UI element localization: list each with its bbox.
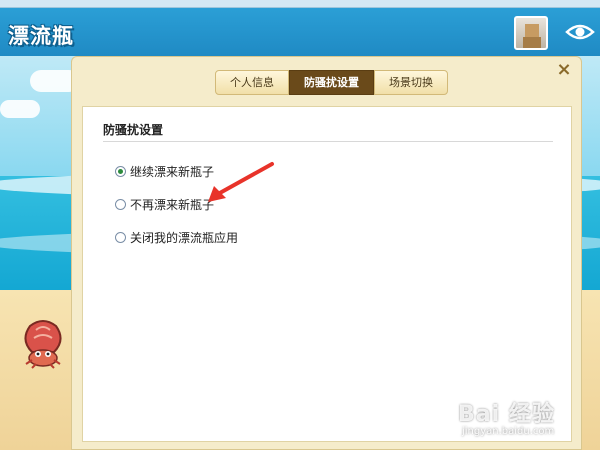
radio-button[interactable] — [115, 199, 126, 210]
browser-top-strip — [0, 0, 600, 8]
radio-button[interactable] — [115, 232, 126, 243]
eye-icon[interactable] — [565, 20, 595, 44]
avatar-face — [525, 24, 539, 37]
user-avatar[interactable] — [514, 16, 548, 50]
settings-panel: 防骚扰设置 继续漂来新瓶子 不再漂来新瓶子 关闭我的漂流瓶应用 — [82, 106, 572, 442]
app-header — [0, 8, 600, 56]
app-logo: 漂流瓶 — [8, 24, 74, 48]
option-label: 关闭我的漂流瓶应用 — [130, 231, 239, 245]
close-button[interactable]: × — [555, 61, 573, 79]
watermark-logo: Bai 经验 — [458, 402, 555, 427]
settings-dialog: × 个人信息 防骚扰设置 场景切换 防骚扰设置 继续漂来新瓶子 不再漂来新瓶子 … — [71, 56, 582, 450]
watermark-url: jingyan.baidu.com — [462, 426, 555, 437]
avatar-body — [523, 37, 541, 48]
baidu-watermark: Bai 经验 jingyan.baidu.com — [458, 396, 594, 446]
tab-anti-harassment[interactable]: 防骚扰设置 — [289, 70, 374, 95]
section-title: 防骚扰设置 — [103, 123, 164, 137]
tab-bar: 个人信息 防骚扰设置 场景切换 — [215, 70, 448, 95]
section-divider — [103, 141, 553, 142]
option-close-app[interactable]: 关闭我的漂流瓶应用 — [115, 229, 238, 246]
tab-personal-info[interactable]: 个人信息 — [215, 70, 289, 95]
tab-scene-switch[interactable]: 场景切换 — [374, 70, 448, 95]
hermit-crab-icon — [24, 320, 62, 369]
radio-button[interactable] — [115, 166, 126, 177]
cloud — [0, 100, 40, 118]
red-arrow-annotation — [208, 162, 274, 202]
